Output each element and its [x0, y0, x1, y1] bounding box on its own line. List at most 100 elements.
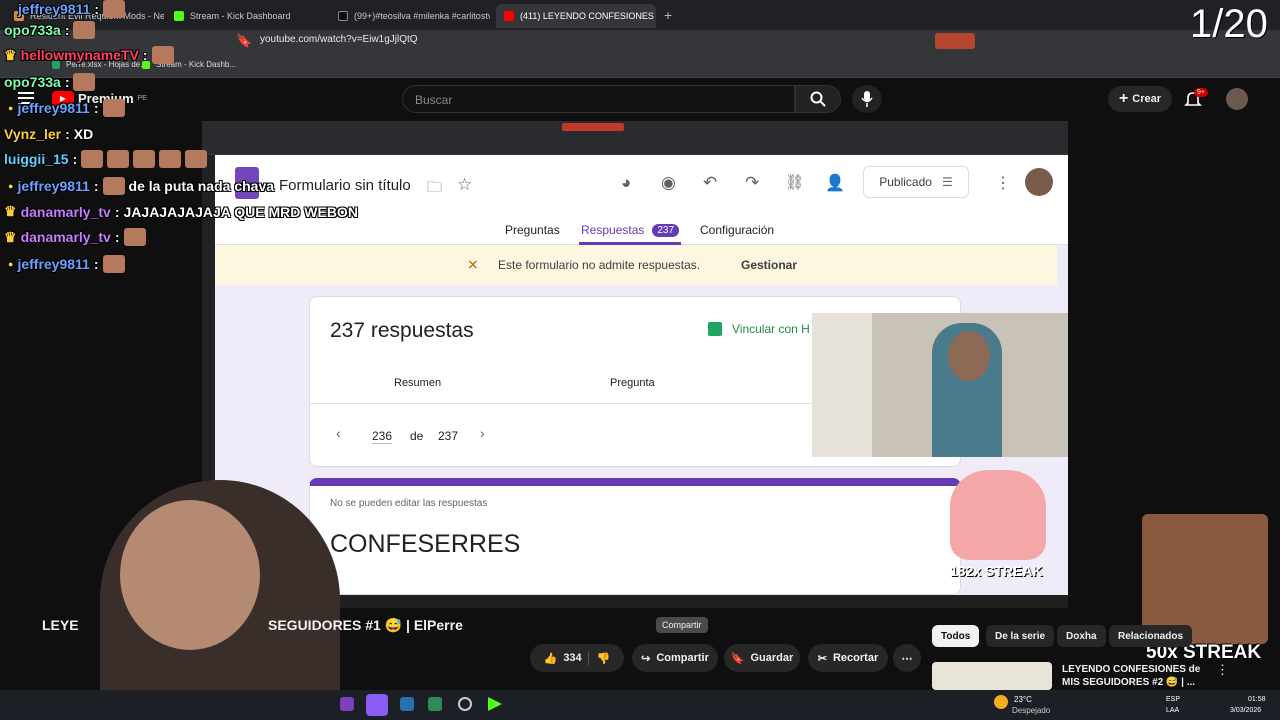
chat-username: jeffrey9811 — [17, 100, 90, 116]
share-button[interactable]: ↪ Compartir — [632, 644, 718, 672]
like-button[interactable]: 👍 334 — [544, 652, 582, 665]
notifications-button[interactable]: 9+ — [1184, 88, 1208, 108]
browser-tab-tiktok[interactable]: (99+)#teosilva #milenka #carlitostv # — [330, 4, 490, 28]
microphone-icon — [861, 91, 873, 107]
pager-total: 237 — [438, 429, 459, 443]
video-title-left: LEYE — [42, 617, 79, 633]
preview-eye-icon[interactable]: ◉ — [661, 173, 676, 193]
emote-icon — [159, 150, 182, 168]
tab-settings[interactable]: Configuración — [700, 223, 774, 237]
form-closed-banner: ⨯ Este formulario no admite respuestas. … — [215, 245, 1057, 285]
browser-tab-kick[interactable]: Stream - Kick Dashboard — [166, 4, 324, 28]
tab-questions[interactable]: Preguntas — [505, 223, 560, 237]
inner-taskbar — [215, 595, 1068, 608]
response-index-input[interactable]: 236 — [372, 429, 393, 444]
emote-icon — [107, 150, 130, 168]
star-icon[interactable]: ☆ — [457, 175, 472, 195]
published-button[interactable]: Publicado ☰ — [863, 166, 969, 198]
like-count: 334 — [563, 652, 582, 664]
chat-message: luiggii_15: — [4, 150, 208, 168]
manage-button[interactable]: Gestionar — [741, 258, 797, 272]
tab-responses[interactable]: Respuestas 237 — [581, 223, 680, 237]
region-code: PE — [137, 95, 147, 102]
add-collaborator-icon[interactable]: 👤 — [825, 173, 845, 193]
undo-icon[interactable]: ↶ — [703, 173, 717, 193]
pager-of: de — [410, 429, 424, 443]
plus-icon: + — [1118, 90, 1129, 107]
crown-badge-icon: ♛ — [4, 228, 17, 245]
kick-app-icon[interactable] — [488, 697, 502, 711]
redo-icon[interactable]: ↷ — [745, 173, 759, 193]
prev-response-icon[interactable]: ‹ — [336, 425, 341, 441]
tab-responses-label: Respuestas — [581, 223, 645, 237]
dislike-button[interactable]: 👎 — [587, 651, 611, 665]
taskbar-app-icon[interactable] — [428, 697, 442, 711]
share-icon: ↪ — [641, 652, 651, 665]
emote-icon — [73, 21, 96, 39]
share-label: Compartir — [656, 652, 709, 664]
voice-search-button[interactable] — [852, 85, 882, 113]
chat-message: jeffrey9811: — [18, 0, 126, 18]
chip-all[interactable]: Todos — [932, 625, 980, 647]
brave-shield-icon[interactable] — [935, 33, 975, 49]
language-code[interactable]: ESP — [1166, 696, 1180, 703]
form-header: Formulario sin título 🗀 ☆ ◕ ◉ ↶ ↷ ⛓ 👤 Pu… — [215, 155, 1068, 245]
tab-label: (99+)#teosilva #milenka #carlitostv # — [354, 11, 490, 21]
browser-tab-bar: Resident Evil Requiem Mods - Nexus Strea… — [0, 0, 1280, 30]
published-label: Publicado — [879, 175, 932, 189]
related-thumbnail[interactable] — [932, 662, 1052, 690]
create-button[interactable]: + Crear — [1108, 86, 1172, 112]
subtab-question[interactable]: Pregunta — [610, 377, 655, 389]
folder-icon[interactable]: 🗀 — [427, 177, 442, 202]
save-button[interactable]: 🔖 Guardar — [724, 644, 800, 672]
next-response-icon[interactable]: › — [480, 425, 485, 441]
webcam-feed — [812, 313, 1068, 457]
thumbs-down-icon: 👎 — [596, 652, 611, 665]
related-video-title[interactable]: LEYENDO CONFESIONES de MIS SEGUIDORES #2… — [1062, 663, 1200, 689]
taskbar-app-icon[interactable] — [340, 697, 354, 711]
browser-tab-youtube[interactable]: (411) LEYENDO CONFESIONES d ✕ — [496, 4, 656, 28]
responses-count-badge: 237 — [652, 223, 680, 237]
subtab-summary[interactable]: Resumen — [394, 377, 441, 389]
keyboard-layout[interactable]: LAA — [1166, 707, 1179, 714]
chip-doxha[interactable]: Doxha — [1057, 625, 1106, 647]
search-button[interactable] — [795, 85, 841, 113]
windows-taskbar: 23°C Despejado ESP LAA 01:58 3/03/2026 — [0, 690, 1280, 720]
link-icon[interactable]: ⛓ — [785, 173, 804, 191]
palette-icon[interactable]: ◕ — [621, 173, 631, 193]
chip-series[interactable]: De la serie — [986, 625, 1055, 647]
link-sheets-button[interactable]: Vincular con H — [708, 322, 810, 336]
clock-date[interactable]: 3/03/2026 — [1230, 707, 1261, 714]
url-text[interactable]: youtube.com/watch?v=Eiw1gJjlQtQ — [260, 34, 418, 45]
account-avatar[interactable] — [1226, 88, 1248, 110]
clip-button[interactable]: ✂ Recortar — [808, 644, 888, 672]
more-horiz-icon: ⋯ — [901, 652, 913, 665]
more-actions-button[interactable]: ⋯ — [893, 644, 921, 672]
kick-favicon-icon — [174, 11, 184, 21]
related-more-icon[interactable]: ⋮ — [1216, 662, 1229, 678]
confession-counter: 1/20 — [1190, 2, 1268, 46]
chip-related[interactable]: Relacionados — [1109, 625, 1193, 647]
chat-username: jeffrey9811 — [18, 1, 91, 17]
new-tab-icon[interactable]: + — [664, 7, 672, 23]
emote-icon — [102, 99, 125, 117]
save-label: Guardar — [750, 652, 794, 664]
bookmarks-bar: Perre.xlsx - Hojas de... Stream - Kick D… — [0, 56, 1280, 78]
form-title[interactable]: Formulario sin título — [279, 177, 411, 194]
chat-username: opo733a — [4, 22, 61, 38]
chat-message: ♛ hellowmynameTV: — [4, 46, 174, 64]
clock-time[interactable]: 01:58 — [1248, 696, 1266, 703]
chat-username: opo733a — [4, 74, 61, 90]
form-account-avatar[interactable] — [1025, 168, 1053, 196]
clip-label: Recortar — [832, 652, 879, 664]
steam-icon[interactable] — [400, 697, 414, 711]
obs-icon[interactable] — [458, 697, 472, 711]
answer-card: No se pueden editar las respuestas CONFE… — [309, 478, 961, 595]
more-vert-icon[interactable]: ⋮ — [995, 173, 1011, 193]
bookmark-icon[interactable]: 🔖 — [236, 33, 252, 49]
weather-temp: 23°C — [1014, 695, 1032, 704]
sheets-link-label: Vincular con H — [732, 322, 810, 336]
chat-message: opo733a: — [4, 21, 96, 39]
discord-icon[interactable] — [366, 694, 388, 716]
search-input[interactable]: Buscar — [402, 85, 795, 113]
